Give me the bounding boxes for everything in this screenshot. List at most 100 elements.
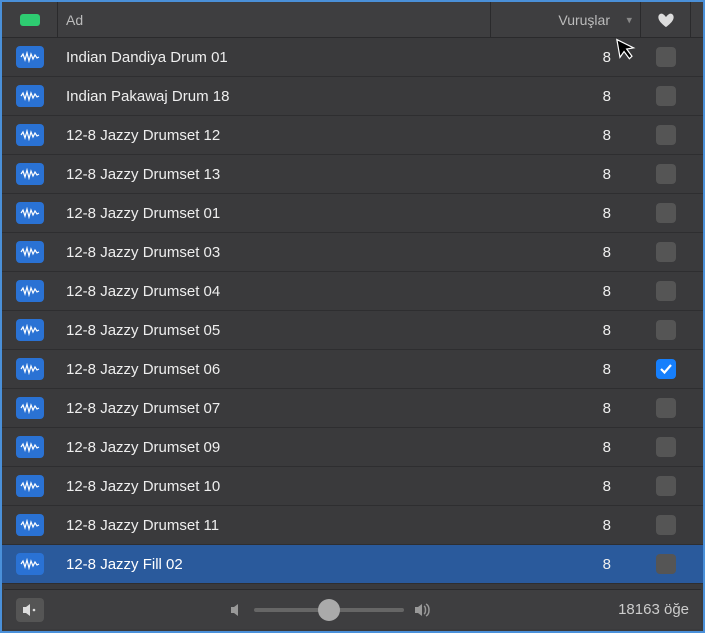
view-toggle-pill <box>20 14 40 26</box>
loop-icon-cell[interactable] <box>2 46 58 68</box>
loop-beats: 8 <box>491 361 641 378</box>
favorite-checkbox[interactable] <box>656 242 676 262</box>
audio-loop-icon <box>16 46 44 68</box>
favorite-checkbox[interactable] <box>656 320 676 340</box>
loop-icon-cell[interactable] <box>2 124 58 146</box>
loop-name: 12-8 Jazzy Drumset 07 <box>58 400 491 417</box>
loop-icon-cell[interactable] <box>2 280 58 302</box>
table-row[interactable]: 12-8 Jazzy Drumset 068 <box>2 350 703 389</box>
audio-loop-icon <box>16 358 44 380</box>
loop-name: 12-8 Jazzy Drumset 04 <box>58 283 491 300</box>
loop-name: 12-8 Jazzy Drumset 09 <box>58 439 491 456</box>
loop-icon-cell[interactable] <box>2 553 58 575</box>
loop-name: Indian Dandiya Drum 01 <box>58 49 491 66</box>
favorite-checkbox[interactable] <box>656 398 676 418</box>
chevron-down-icon: ▾ <box>626 13 632 26</box>
table-row[interactable]: 12-8 Jazzy Drumset 118 <box>2 506 703 545</box>
column-header-beats-label: Vuruşlar <box>558 12 610 28</box>
favorite-checkbox[interactable] <box>656 554 676 574</box>
audio-loop-icon <box>16 553 44 575</box>
loop-name: 12-8 Jazzy Drumset 05 <box>58 322 491 339</box>
favorite-checkbox[interactable] <box>656 476 676 496</box>
loop-icon-cell[interactable] <box>2 475 58 497</box>
audio-loop-icon <box>16 319 44 341</box>
loop-icon-cell[interactable] <box>2 319 58 341</box>
loop-beats: 8 <box>491 127 641 144</box>
table-row[interactable]: 12-8 Jazzy Drumset 078 <box>2 389 703 428</box>
loop-list: Indian Dandiya Drum 018Indian Pakawaj Dr… <box>2 38 703 591</box>
volume-high-icon <box>414 603 432 617</box>
audio-loop-icon <box>16 514 44 536</box>
favorite-checkbox[interactable] <box>656 281 676 301</box>
volume-control <box>44 603 618 617</box>
audio-loop-icon <box>16 397 44 419</box>
favorite-cell <box>641 242 691 262</box>
table-row[interactable]: 12-8 Jazzy Drumset 048 <box>2 272 703 311</box>
item-count: 18163 öğe <box>618 601 689 618</box>
column-header-beats[interactable]: Vuruşlar ▾ <box>491 2 641 37</box>
audio-loop-icon <box>16 163 44 185</box>
loop-name: 12-8 Jazzy Drumset 10 <box>58 478 491 495</box>
table-row[interactable]: 12-8 Jazzy Drumset 018 <box>2 194 703 233</box>
column-header-favorite[interactable] <box>641 2 691 37</box>
favorite-checkbox[interactable] <box>656 515 676 535</box>
audio-loop-icon <box>16 85 44 107</box>
table-row[interactable]: 12-8 Jazzy Drumset 098 <box>2 428 703 467</box>
footer-bar: 18163 öğe <box>4 589 701 629</box>
loop-beats: 8 <box>491 322 641 339</box>
preview-button[interactable] <box>16 598 44 622</box>
view-toggle[interactable] <box>2 2 58 38</box>
audio-loop-icon <box>16 124 44 146</box>
favorite-checkbox[interactable] <box>656 437 676 457</box>
table-row[interactable]: 12-8 Jazzy Drumset 108 <box>2 467 703 506</box>
speaker-icon <box>22 603 38 617</box>
audio-loop-icon <box>16 436 44 458</box>
loop-beats: 8 <box>491 517 641 534</box>
loop-name: 12-8 Jazzy Drumset 06 <box>58 361 491 378</box>
table-row[interactable]: Indian Dandiya Drum 018 <box>2 38 703 77</box>
favorite-cell <box>641 554 691 574</box>
loop-beats: 8 <box>491 556 641 573</box>
favorite-checkbox[interactable] <box>656 47 676 67</box>
favorite-checkbox[interactable] <box>656 164 676 184</box>
column-header-row: Ad Vuruşlar ▾ <box>2 2 703 38</box>
check-icon <box>659 363 673 375</box>
table-row[interactable]: Indian Pakawaj Drum 188 <box>2 77 703 116</box>
favorite-checkbox[interactable] <box>656 125 676 145</box>
loop-name: 12-8 Jazzy Drumset 01 <box>58 205 491 222</box>
loop-icon-cell[interactable] <box>2 163 58 185</box>
favorite-checkbox[interactable] <box>656 86 676 106</box>
favorite-checkbox[interactable] <box>656 203 676 223</box>
favorite-cell <box>641 476 691 496</box>
loop-icon-cell[interactable] <box>2 436 58 458</box>
table-row[interactable]: 12-8 Jazzy Fill 028 <box>2 545 703 584</box>
table-row[interactable]: 12-8 Jazzy Drumset 038 <box>2 233 703 272</box>
favorite-checkbox[interactable] <box>656 359 676 379</box>
loop-beats: 8 <box>491 205 641 222</box>
volume-low-icon <box>230 604 244 616</box>
volume-slider[interactable] <box>254 608 404 612</box>
column-header-name[interactable]: Ad <box>58 2 491 37</box>
table-row[interactable]: 12-8 Jazzy Drumset 058 <box>2 311 703 350</box>
audio-loop-icon <box>16 280 44 302</box>
header-pad <box>691 2 703 37</box>
loop-name: Indian Pakawaj Drum 18 <box>58 88 491 105</box>
favorite-cell <box>641 515 691 535</box>
audio-loop-icon <box>16 202 44 224</box>
volume-thumb[interactable] <box>318 599 340 621</box>
table-row[interactable]: 12-8 Jazzy Drumset 128 <box>2 116 703 155</box>
loop-beats: 8 <box>491 88 641 105</box>
favorite-cell <box>641 125 691 145</box>
favorite-cell <box>641 398 691 418</box>
favorite-cell <box>641 86 691 106</box>
loop-icon-cell[interactable] <box>2 397 58 419</box>
loop-icon-cell[interactable] <box>2 85 58 107</box>
loop-icon-cell[interactable] <box>2 514 58 536</box>
favorite-cell <box>641 164 691 184</box>
table-row[interactable]: 12-8 Jazzy Drumset 138 <box>2 155 703 194</box>
loop-icon-cell[interactable] <box>2 241 58 263</box>
loop-icon-cell[interactable] <box>2 202 58 224</box>
loop-name: 12-8 Jazzy Drumset 12 <box>58 127 491 144</box>
loop-beats: 8 <box>491 166 641 183</box>
loop-icon-cell[interactable] <box>2 358 58 380</box>
